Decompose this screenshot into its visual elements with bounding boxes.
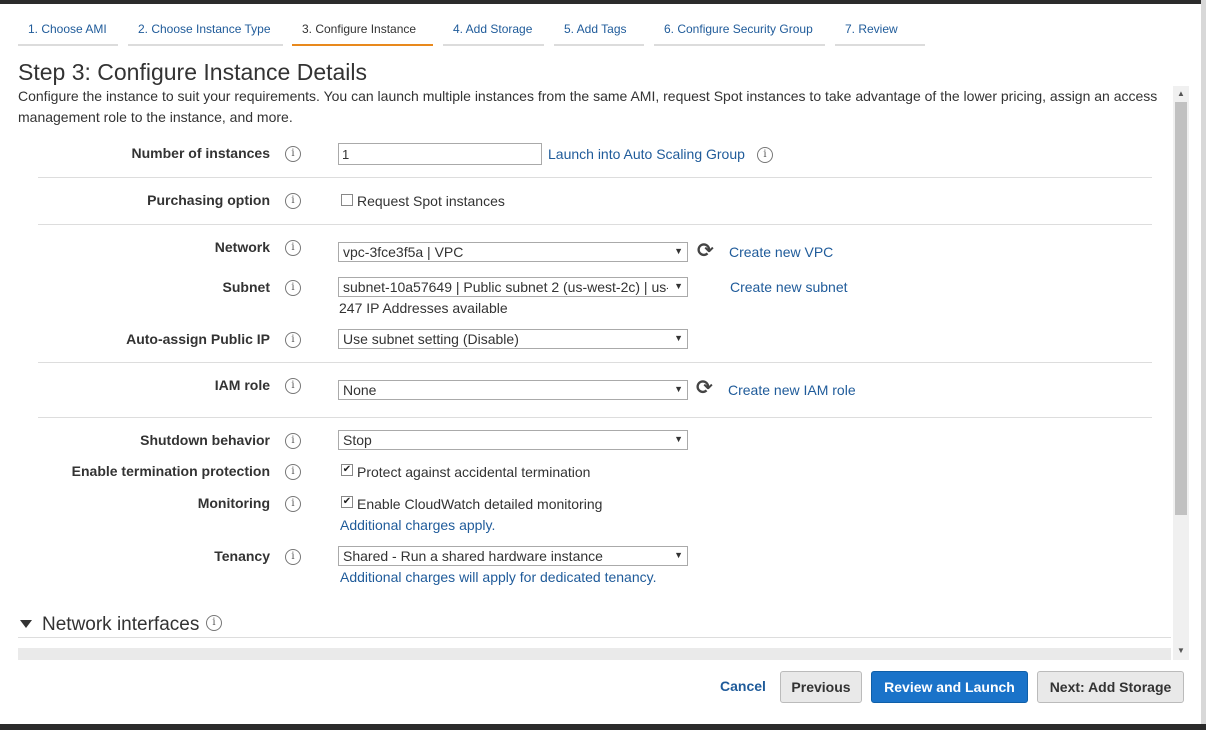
info-icon[interactable]: i — [285, 146, 301, 162]
tab-configure-instance[interactable]: 3. Configure Instance — [292, 14, 433, 46]
divider — [38, 362, 1152, 363]
info-icon[interactable]: i — [285, 464, 301, 480]
number-of-instances-input[interactable] — [338, 143, 542, 165]
auto-assign-ip-label: Auto-assign Public IP — [126, 331, 270, 347]
divider — [38, 417, 1152, 418]
tab-choose-instance-type[interactable]: 2. Choose Instance Type — [128, 14, 283, 46]
previous-button[interactable]: Previous — [780, 671, 862, 703]
refresh-icon[interactable]: ⟳ — [697, 238, 714, 263]
info-icon[interactable]: i — [285, 240, 301, 256]
request-spot-checkbox[interactable] — [341, 194, 353, 206]
monitoring-text: Enable CloudWatch detailed monitoring — [357, 496, 603, 512]
scroll-down-icon[interactable]: ▼ — [1173, 644, 1189, 658]
request-spot-label: Request Spot instances — [357, 193, 505, 209]
create-new-vpc-link[interactable]: Create new VPC — [729, 244, 833, 260]
shutdown-behavior-select[interactable]: Stop ▼ — [338, 430, 688, 450]
page-title: Step 3: Configure Instance Details — [18, 59, 368, 85]
chevron-down-icon: ▼ — [674, 434, 683, 444]
iam-role-label: IAM role — [214, 377, 270, 393]
subnet-ip-count: 247 IP Addresses available — [339, 300, 508, 316]
iam-role-value: None — [343, 382, 377, 398]
create-new-subnet-link[interactable]: Create new subnet — [730, 279, 848, 295]
cancel-button[interactable]: Cancel — [712, 671, 774, 703]
create-new-iam-role-link[interactable]: Create new IAM role — [728, 382, 856, 398]
tab-choose-ami[interactable]: 1. Choose AMI — [18, 14, 118, 46]
network-select[interactable]: vpc-3fce3f5a | VPC ▼ — [338, 242, 688, 262]
chevron-down-icon: ▼ — [674, 384, 683, 394]
chevron-down-icon: ▼ — [674, 333, 683, 343]
monitoring-checkbox[interactable]: ✔ — [341, 496, 353, 508]
termination-protection-label: Enable termination protection — [71, 463, 270, 479]
network-interfaces-table-header — [18, 648, 1171, 660]
review-and-launch-button[interactable]: Review and Launch — [871, 671, 1028, 703]
page-description: Configure the instance to suit your requ… — [18, 88, 1158, 125]
shutdown-behavior-value: Stop — [343, 432, 372, 448]
divider — [18, 637, 1171, 638]
info-icon[interactable]: i — [285, 433, 301, 449]
info-icon[interactable]: i — [285, 193, 301, 209]
network-label: Network — [214, 239, 270, 255]
tab-configure-security-group[interactable]: 6. Configure Security Group — [654, 14, 825, 46]
info-icon[interactable]: i — [285, 549, 301, 565]
info-icon[interactable]: i — [285, 332, 301, 348]
shutdown-behavior-label: Shutdown behavior — [140, 432, 270, 448]
chevron-down-icon: ▼ — [674, 550, 683, 560]
network-value: vpc-3fce3f5a | VPC — [343, 244, 464, 260]
collapse-caret-icon[interactable] — [20, 620, 32, 628]
scroll-up-icon[interactable]: ▲ — [1173, 87, 1189, 101]
divider — [38, 224, 1152, 225]
monitoring-label: Monitoring — [197, 495, 270, 511]
refresh-icon[interactable]: ⟳ — [696, 375, 713, 400]
subnet-select[interactable]: subnet-10a57649 | Public subnet 2 (us-we… — [338, 277, 688, 297]
iam-role-select[interactable]: None ▼ — [338, 380, 688, 400]
scrollbar-thumb[interactable] — [1175, 102, 1187, 515]
tenancy-select[interactable]: Shared - Run a shared hardware instance … — [338, 546, 688, 566]
tab-add-tags[interactable]: 5. Add Tags — [554, 14, 644, 46]
tenancy-charges-link[interactable]: Additional charges will apply for dedica… — [340, 569, 656, 585]
purchasing-option-label: Purchasing option — [147, 192, 270, 208]
window-top-border — [0, 0, 1206, 4]
monitoring-charges-link[interactable]: Additional charges apply. — [340, 517, 495, 533]
info-icon[interactable]: i — [285, 280, 301, 296]
auto-assign-ip-select[interactable]: Use subnet setting (Disable) ▼ — [338, 329, 688, 349]
chevron-down-icon: ▼ — [674, 281, 683, 291]
info-icon[interactable]: i — [757, 147, 773, 163]
tenancy-value: Shared - Run a shared hardware instance — [343, 548, 603, 564]
divider — [38, 177, 1152, 178]
next-add-storage-button[interactable]: Next: Add Storage — [1037, 671, 1184, 703]
window-right-border — [1201, 0, 1206, 730]
subnet-label: Subnet — [222, 279, 270, 295]
termination-protection-checkbox[interactable]: ✔ — [341, 464, 353, 476]
chevron-down-icon: ▼ — [674, 246, 683, 256]
launch-auto-scaling-link[interactable]: Launch into Auto Scaling Group — [548, 146, 745, 162]
auto-assign-ip-value: Use subnet setting (Disable) — [343, 331, 519, 347]
network-interfaces-heading[interactable]: Network interfaces — [42, 614, 199, 636]
tenancy-label: Tenancy — [214, 548, 270, 564]
subnet-value: subnet-10a57649 | Public subnet 2 (us-we… — [343, 279, 668, 295]
window-bottom-border — [0, 724, 1206, 730]
termination-protection-text: Protect against accidental termination — [357, 464, 591, 480]
info-icon[interactable]: i — [285, 496, 301, 512]
info-icon[interactable]: i — [206, 615, 222, 631]
info-icon[interactable]: i — [285, 378, 301, 394]
number-of-instances-label: Number of instances — [131, 145, 270, 161]
tab-add-storage[interactable]: 4. Add Storage — [443, 14, 544, 46]
tab-review[interactable]: 7. Review — [835, 14, 925, 46]
